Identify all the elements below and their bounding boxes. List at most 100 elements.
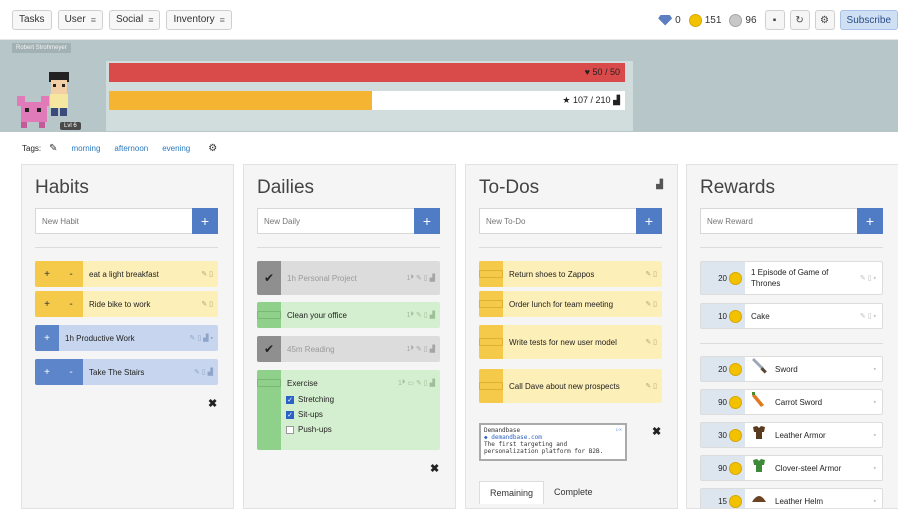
checklist-item[interactable]: ✓ Stretching (286, 392, 334, 407)
todo-actions[interactable]: ✎ ▯ (645, 369, 662, 403)
todo-item[interactable]: Call Dave about new prospects ✎ ▯ (479, 369, 662, 403)
daily-checkbox-checked[interactable]: ✔ (257, 261, 281, 295)
reward-price-button[interactable]: 20 (701, 262, 745, 294)
habit-actions[interactable]: ✎ ▯ (201, 291, 218, 317)
checkbox-unchecked-icon[interactable] (286, 425, 294, 434)
tab-complete[interactable]: Complete (544, 481, 603, 504)
shop-item[interactable]: 90 Clover-steel Armor ▪ (700, 455, 883, 481)
sort-chart-icon[interactable]: ▟ (656, 179, 663, 190)
shop-item[interactable]: 90 Carrot Sword ▪ (700, 389, 883, 415)
tag-evening[interactable]: evening (162, 144, 190, 153)
habit-minus-button[interactable]: - (59, 291, 83, 317)
todo-item[interactable]: Write tests for new user model ✎ ▯ (479, 325, 662, 359)
nav-inventory-button[interactable]: Inventory ≡ (166, 9, 232, 30)
item-buy-button[interactable]: 90 (701, 456, 745, 480)
habit-plus-button[interactable]: + (35, 359, 59, 385)
daily-item[interactable]: ✔ 1h Personal Project 1 ⏵ ✎ ▯ ▟ (257, 261, 440, 295)
chat-button[interactable]: ▪ (764, 10, 785, 30)
reward-item[interactable]: 20 1 Episode of Game of Thrones ✎ ▯ ▪ (700, 261, 883, 295)
todo-checkbox[interactable] (479, 261, 503, 287)
habit-item[interactable]: + 1h Productive Work ✎ ▯ ▟ ▪ (35, 325, 218, 351)
daily-actions[interactable]: 1 ⏵ ✎ ▯ ▟ (407, 261, 440, 295)
habit-plus-button[interactable]: + (35, 325, 59, 351)
todo-checkbox[interactable] (479, 369, 503, 403)
item-buy-button[interactable]: 15 (701, 489, 745, 508)
reward-actions[interactable]: ✎ ▯ ▪ (860, 304, 882, 328)
add-daily-button[interactable]: + (414, 208, 440, 234)
clear-close-icon[interactable]: ✖ (652, 425, 661, 438)
reward-price-button[interactable]: 10 (701, 304, 745, 328)
todo-item[interactable]: Return shoes to Zappos ✎ ▯ (479, 261, 662, 287)
habit-minus-button[interactable]: - (59, 359, 83, 385)
add-todo-button[interactable]: + (636, 208, 662, 234)
nav-tasks-button[interactable]: Tasks (12, 9, 52, 30)
habit-plus-button[interactable]: + (35, 261, 59, 287)
item-info[interactable]: ▪ (874, 423, 882, 447)
shop-item[interactable]: 30 Leather Armor ▪ (700, 422, 883, 448)
gold-balance: 151 (688, 13, 721, 27)
todo-checkbox[interactable] (479, 291, 503, 317)
daily-actions[interactable]: 1 ⏵ ✎ ▯ ▟ (407, 302, 440, 328)
daily-actions[interactable]: 1 ⏵ ✎ ▯ ▟ (407, 336, 440, 362)
nav-social-button[interactable]: Social ≡ (108, 9, 161, 30)
item-info[interactable]: ▪ (874, 456, 882, 480)
nav-user-button[interactable]: User ≡ (57, 9, 103, 30)
daily-item[interactable]: Clean your office 1 ⏵ ✎ ▯ ▟ (257, 302, 440, 328)
gems-balance[interactable]: 0 (658, 14, 681, 26)
item-info[interactable]: ▪ (874, 489, 882, 508)
shop-item[interactable]: 20 Sword ▪ (700, 356, 883, 382)
tags-settings-icon[interactable]: ⚙ (208, 143, 217, 154)
avatar[interactable] (15, 66, 81, 130)
new-todo-input[interactable] (479, 208, 636, 234)
todo-checkbox[interactable] (479, 325, 503, 359)
sponsored-ad[interactable]: Demandbase ◆ demandbase.com The first ta… (479, 423, 627, 461)
user-name[interactable]: Robert Strohmeyer (12, 43, 71, 53)
tag-afternoon[interactable]: afternoon (114, 144, 148, 153)
item-buy-button[interactable]: 30 (701, 423, 745, 447)
todo-actions[interactable]: ✎ ▯ (645, 325, 662, 359)
new-habit-input[interactable] (35, 208, 192, 234)
new-daily-input[interactable] (257, 208, 414, 234)
tab-remaining[interactable]: Remaining (479, 481, 545, 504)
daily-checkbox[interactable] (257, 370, 281, 450)
habit-minus-button[interactable]: - (59, 261, 83, 287)
checklist-item[interactable]: ✓ Sit-ups (286, 407, 334, 422)
subscribe-button[interactable]: Subscribe (839, 10, 898, 30)
habit-plus-button[interactable]: + (35, 291, 59, 317)
ad-choices-icon[interactable]: ▷✕ (616, 427, 622, 434)
checkbox-checked-icon[interactable]: ✓ (286, 395, 294, 404)
settings-button[interactable]: ⚙ (814, 10, 835, 30)
reward-actions[interactable]: ✎ ▯ ▪ (860, 262, 882, 294)
tag-morning[interactable]: morning (72, 144, 101, 153)
item-buy-button[interactable]: 20 (701, 357, 745, 381)
add-habit-button[interactable]: + (192, 208, 218, 234)
item-info[interactable]: ▪ (874, 357, 882, 381)
habit-actions[interactable]: ✎ ▯ ▟ (194, 359, 218, 385)
daily-checkbox[interactable] (257, 302, 281, 328)
clear-close-icon[interactable]: ✖ (430, 462, 439, 475)
reward-item[interactable]: 10 Cake ✎ ▯ ▪ (700, 303, 883, 329)
daily-actions[interactable]: 1 ⏵ ▭ ✎ ▯ ▟ (398, 370, 440, 396)
checkbox-checked-icon[interactable]: ✓ (286, 410, 294, 419)
new-reward-input[interactable] (700, 208, 857, 234)
todo-item[interactable]: Order lunch for team meeting ✎ ▯ (479, 291, 662, 317)
habit-item[interactable]: + - Ride bike to work ✎ ▯ (35, 291, 218, 317)
habit-actions[interactable]: ✎ ▯ (201, 261, 218, 287)
ad-url[interactable]: ◆ demandbase.com (484, 434, 622, 441)
habit-item[interactable]: + - Take The Stairs ✎ ▯ ▟ (35, 359, 218, 385)
daily-item[interactable]: ✔ 45m Reading 1 ⏵ ✎ ▯ ▟ (257, 336, 440, 362)
item-buy-button[interactable]: 90 (701, 390, 745, 414)
habit-item[interactable]: + - eat a light breakfast ✎ ▯ (35, 261, 218, 287)
shop-item[interactable]: 15 Leather Helm ▪ (700, 488, 883, 508)
daily-item[interactable]: Exercise 1 ⏵ ▭ ✎ ▯ ▟ (257, 370, 440, 450)
todo-actions[interactable]: ✎ ▯ (645, 261, 662, 287)
sync-button[interactable]: ↻ (789, 10, 810, 30)
habit-actions[interactable]: ✎ ▯ ▟ ▪ (190, 325, 218, 351)
edit-tags-pencil-icon[interactable]: ✎ (49, 143, 57, 154)
daily-checkbox-checked[interactable]: ✔ (257, 336, 281, 362)
item-info[interactable]: ▪ (874, 390, 882, 414)
add-reward-button[interactable]: + (857, 208, 883, 234)
checklist-item[interactable]: Push-ups (286, 422, 334, 437)
todo-actions[interactable]: ✎ ▯ (645, 291, 662, 317)
clear-close-icon[interactable]: ✖ (208, 397, 217, 410)
